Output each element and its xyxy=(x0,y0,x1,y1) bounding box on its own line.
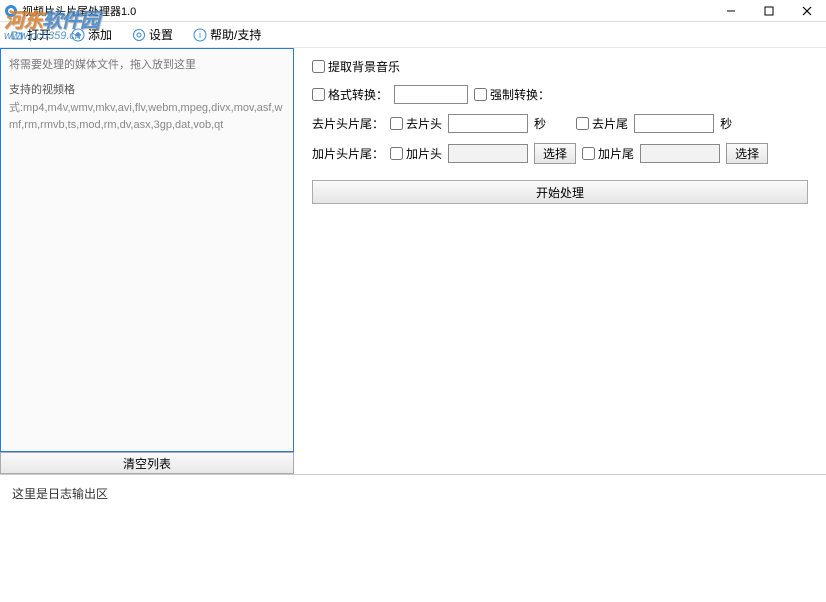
add-tail-label: 加片尾 xyxy=(598,145,634,162)
toolbar-settings[interactable]: 设置 xyxy=(128,24,177,45)
svg-text:i: i xyxy=(199,30,201,40)
log-placeholder: 这里是日志输出区 xyxy=(12,487,108,501)
toolbar-help-label: 帮助/支持 xyxy=(210,26,261,43)
trim-head-input[interactable] xyxy=(448,114,528,133)
force-convert-label: 强制转换： xyxy=(490,86,550,103)
add-tail-select-button[interactable]: 选择 xyxy=(726,143,768,164)
file-drop-panel[interactable]: 将需要处理的媒体文件，拖入放到这里 支持的视频格 式:mp4,m4v,wmv,m… xyxy=(0,48,294,452)
toolbar-help[interactable]: i 帮助/支持 xyxy=(189,24,265,45)
format-convert-checkbox[interactable]: 格式转换： xyxy=(312,86,388,103)
toolbar-add-label: 添加 xyxy=(88,26,112,43)
format-convert-label: 格式转换： xyxy=(328,86,388,103)
add-tail-checkbox[interactable]: 加片尾 xyxy=(582,145,634,162)
trim-tail-label: 去片尾 xyxy=(592,115,628,132)
extract-bgm-label: 提取背景音乐 xyxy=(328,58,400,75)
plus-icon xyxy=(71,28,85,42)
window-controls xyxy=(712,0,826,22)
formats-title: 支持的视频格 xyxy=(9,82,285,99)
add-head-select-button[interactable]: 选择 xyxy=(534,143,576,164)
add-head-label: 加片头 xyxy=(406,145,442,162)
minimize-button[interactable] xyxy=(712,0,750,22)
add-head-checkbox[interactable]: 加片头 xyxy=(390,145,442,162)
trim-head-checkbox[interactable]: 去片头 xyxy=(390,115,442,132)
formats-list: 式:mp4,m4v,wmv,mkv,avi,flv,webm,mpeg,divx… xyxy=(9,100,285,133)
extract-bgm-checkbox[interactable]: 提取背景音乐 xyxy=(312,58,400,75)
close-button[interactable] xyxy=(788,0,826,22)
main-area: 将需要处理的媒体文件，拖入放到这里 支持的视频格 式:mp4,m4v,wmv,m… xyxy=(0,48,826,452)
trim-tail-checkbox[interactable]: 去片尾 xyxy=(576,115,628,132)
format-convert-input[interactable] xyxy=(394,85,468,104)
log-output-area: 这里是日志输出区 xyxy=(0,474,826,602)
drag-hint-text: 将需要处理的媒体文件，拖入放到这里 xyxy=(9,57,285,74)
toolbar-add[interactable]: 添加 xyxy=(67,24,116,45)
trim-head-label: 去片头 xyxy=(406,115,442,132)
file-drop-body: 将需要处理的媒体文件，拖入放到这里 支持的视频格 式:mp4,m4v,wmv,m… xyxy=(1,49,293,141)
toolbar-open[interactable]: 打开 xyxy=(6,24,55,45)
toolbar-settings-label: 设置 xyxy=(149,26,173,43)
open-icon xyxy=(10,28,24,42)
add-tail-input[interactable] xyxy=(640,144,720,163)
options-panel: 提取背景音乐 格式转换： 强制转换： 去片头片尾： 去片头 秒 xyxy=(294,48,826,452)
trim-tail-unit: 秒 xyxy=(720,115,732,132)
add-label: 加片头片尾： xyxy=(312,145,384,162)
window-title: 视频片头片尾处理器1.0 xyxy=(22,3,136,19)
clear-button-wrap: 清空列表 xyxy=(0,452,826,474)
info-icon: i xyxy=(193,28,207,42)
gear-icon xyxy=(132,28,146,42)
trim-tail-input[interactable] xyxy=(634,114,714,133)
maximize-button[interactable] xyxy=(750,0,788,22)
force-convert-checkbox[interactable]: 强制转换： xyxy=(474,86,550,103)
add-head-input[interactable] xyxy=(448,144,528,163)
titlebar: 视频片头片尾处理器1.0 xyxy=(0,0,826,22)
trim-head-unit: 秒 xyxy=(534,115,546,132)
clear-list-button[interactable]: 清空列表 xyxy=(0,452,294,474)
toolbar-open-label: 打开 xyxy=(27,26,51,43)
toolbar: 打开 添加 设置 i 帮助/支持 xyxy=(0,22,826,48)
app-icon xyxy=(4,4,18,18)
trim-label: 去片头片尾： xyxy=(312,115,384,132)
start-processing-button[interactable]: 开始处理 xyxy=(312,180,808,204)
